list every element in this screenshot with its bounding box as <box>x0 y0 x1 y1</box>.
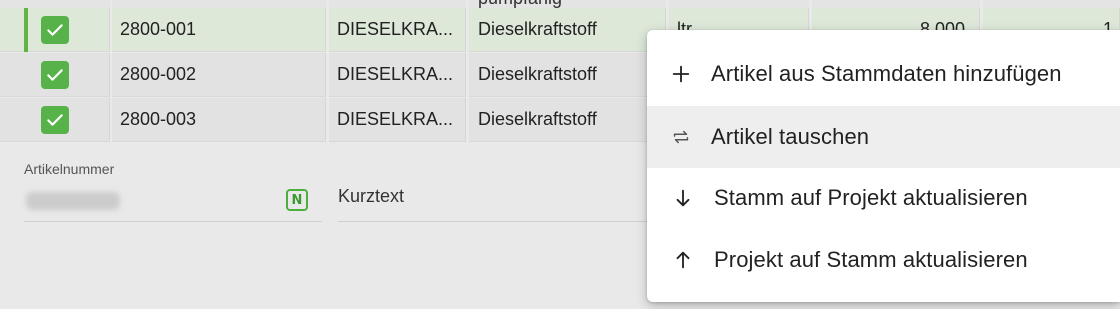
check-icon <box>46 68 63 81</box>
menu-item-label: Projekt auf Stamm aktualisieren <box>714 247 1028 272</box>
short-text-underline <box>338 221 658 222</box>
article-number-underline <box>24 221 322 222</box>
description-cell[interactable]: Dieselkraftstoff <box>469 98 666 142</box>
check-icon <box>46 23 63 36</box>
context-menu: Artikel aus Stammdaten hinzufügen Artike… <box>647 30 1120 302</box>
short-text-field-label[interactable]: Kurztext <box>338 186 404 207</box>
short-text-cell[interactable]: DIESELKRA... <box>329 98 466 142</box>
article-number-label: Artikelnummer <box>24 161 115 177</box>
check-icon <box>46 113 63 126</box>
new-badge-icon[interactable]: N <box>286 189 308 211</box>
plus-icon <box>669 62 693 86</box>
row-checkbox-cell[interactable] <box>0 8 110 52</box>
menu-item-label: Artikel aus Stammdaten hinzufügen <box>711 61 1062 86</box>
menu-item-update-project-to-master[interactable]: Projekt auf Stamm aktualisieren <box>647 229 1120 291</box>
article-number-cell[interactable]: 2800-003 <box>112 98 326 142</box>
menu-item-label: Stamm auf Projekt aktualisieren <box>714 185 1028 210</box>
short-text-cell[interactable]: DIESELKRA... <box>329 53 466 97</box>
row-checkbox-cell[interactable] <box>0 98 110 142</box>
menu-item-label: Artikel tauschen <box>711 124 870 149</box>
description-cell[interactable]: Dieselkraftstoff <box>469 8 666 52</box>
arrow-down-icon <box>671 186 695 210</box>
checkbox-checked[interactable] <box>40 105 69 134</box>
short-text-cell[interactable]: DIESELKRA... <box>329 8 466 52</box>
menu-item-update-master-to-project[interactable]: Stamm auf Projekt aktualisieren <box>647 167 1120 229</box>
checkbox-checked[interactable] <box>40 60 69 89</box>
checkbox-checked[interactable] <box>40 15 69 44</box>
menu-item-add-from-master[interactable]: Artikel aus Stammdaten hinzufügen <box>647 43 1120 105</box>
swap-icon <box>669 125 693 149</box>
article-number-cell[interactable]: 2800-001 <box>112 8 326 52</box>
article-number-value-redacted[interactable] <box>26 192 120 210</box>
selected-row-indicator <box>24 8 28 52</box>
row-checkbox-cell[interactable] <box>0 53 110 97</box>
article-number-cell[interactable]: 2800-002 <box>112 53 326 97</box>
grid-header-remnant: pumpfähig <box>0 0 1120 8</box>
menu-item-swap-article[interactable]: Artikel tauschen <box>647 106 1120 168</box>
arrow-up-icon <box>671 248 695 272</box>
description-cell[interactable]: Dieselkraftstoff <box>469 53 666 97</box>
